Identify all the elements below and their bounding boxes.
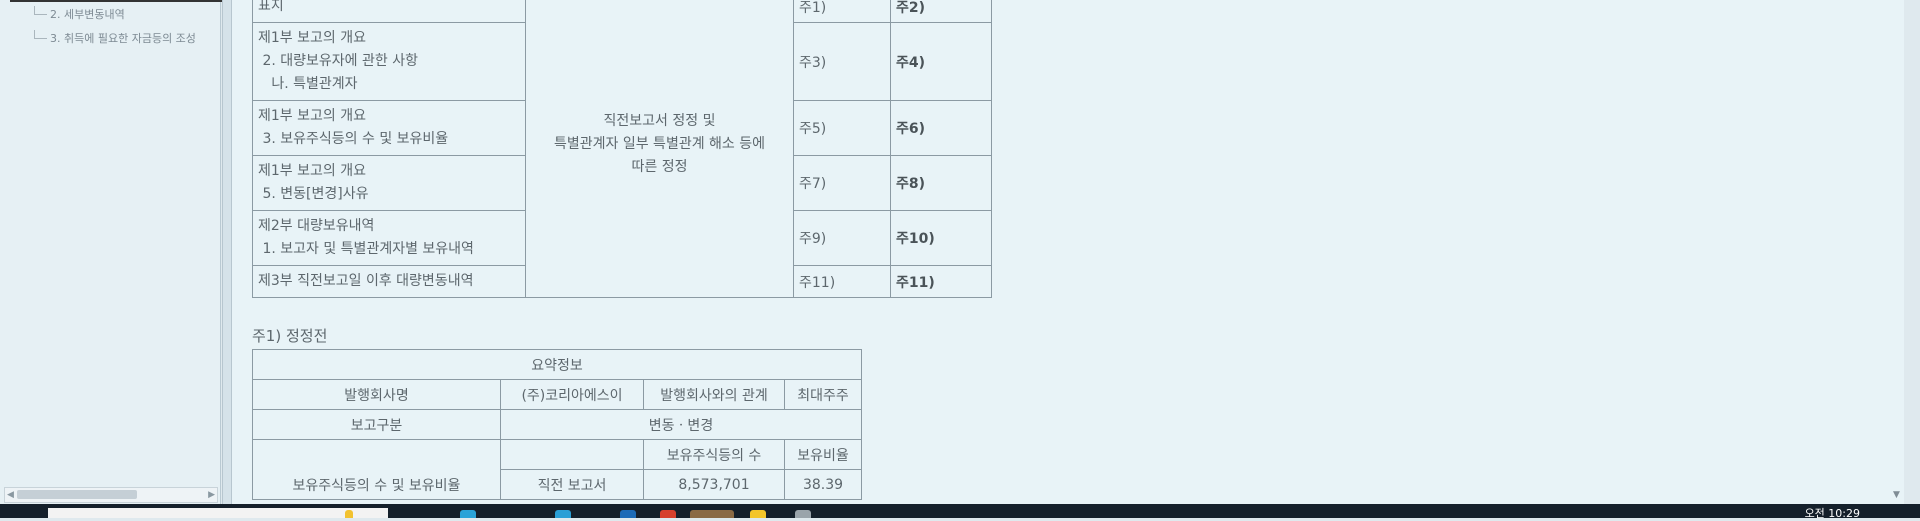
after-note-cell: 주10) — [890, 210, 992, 266]
table-row: 표지 직전보고서 정정 및 특별관계자 일부 특별관계 해소 등에 따른 정정 … — [252, 0, 992, 298]
taskbar-search-box[interactable] — [48, 508, 388, 518]
scroll-left-icon[interactable]: ◀ — [7, 488, 14, 502]
table-row: 요약정보 — [252, 349, 862, 380]
summary-info-table: 요약정보 발행회사명 (주)코리아에스이 발행회사와의 관계 최대주주 보고구분… — [252, 349, 862, 500]
tree-item-funding[interactable]: 3. 취득에 필요한 자금등의 조성 — [34, 30, 196, 46]
tree-branch-icon — [34, 6, 47, 15]
tree-item-label: 2. 세부변동내역 — [50, 8, 125, 21]
correction-item-cell: 제2부 대량보유내역 1. 보고자 및 특별관계자별 보유내역 — [252, 210, 526, 266]
prev-ratio-cell: 38.39 — [784, 469, 862, 500]
holdings-label-cell: 보유주식등의 수 및 보유비율 — [252, 439, 501, 500]
tree-item-detail-changes[interactable]: 2. 세부변동내역 — [34, 6, 125, 22]
correction-item-cell: 제3부 직전보고일 이후 대량변동내역 — [252, 265, 526, 298]
correction-item-cell: 제1부 보고의 개요 5. 변동[변경]사유 — [252, 155, 526, 211]
tree-branch-icon — [34, 30, 47, 39]
scrollbar-thumb[interactable] — [17, 490, 137, 499]
after-note-cell: 주2) — [890, 0, 992, 23]
summary-header-cell: 요약정보 — [252, 349, 862, 380]
before-note-cell: 주1) — [793, 0, 891, 23]
app-icon[interactable] — [620, 510, 636, 518]
after-note-cell: 주6) — [890, 100, 992, 156]
correction-item-cell: 표지 — [252, 0, 526, 23]
before-note-cell: 주5) — [793, 100, 891, 156]
issuer-label-cell: 발행회사명 — [252, 379, 501, 410]
content-vertical-scrollbar[interactable]: ▼ — [1890, 0, 1904, 504]
folder-icon[interactable] — [750, 510, 766, 518]
relation-value-cell: 최대주주 — [784, 379, 862, 410]
tree-item-label: 3. 취득에 필요한 자금등의 조성 — [50, 32, 196, 45]
scroll-right-icon[interactable]: ▶ — [208, 488, 215, 502]
active-app-icon[interactable] — [690, 510, 734, 518]
cortana-icon[interactable] — [345, 510, 353, 518]
correction-table: 표지 직전보고서 정정 및 특별관계자 일부 특별관계 해소 등에 따른 정정 … — [252, 0, 992, 298]
report-type-value-cell: 변동ㆍ변경 — [500, 409, 862, 440]
os-taskbar: 오전 10:29 — [0, 504, 1920, 521]
sidebar-horizontal-scrollbar[interactable]: ◀ ▶ — [4, 487, 218, 503]
table-row: 보고구분 변동ㆍ변경 — [252, 409, 862, 440]
after-note-cell: 주4) — [890, 22, 992, 101]
correction-item-cell: 제1부 보고의 개요 3. 보유주식등의 수 및 보유비율 — [252, 100, 526, 156]
browser-icon[interactable] — [460, 510, 476, 518]
issuer-value-cell: (주)코리아에스이 — [500, 379, 644, 410]
app-icon[interactable] — [795, 510, 811, 518]
before-note-cell: 주11) — [793, 265, 891, 298]
before-note-cell: 주7) — [793, 155, 891, 211]
prev-shares-cell: 8,573,701 — [643, 469, 785, 500]
empty-cell — [500, 439, 644, 470]
ratio-header-cell: 보유비율 — [784, 439, 862, 470]
relation-label-cell: 발행회사와의 관계 — [643, 379, 785, 410]
table-row: 발행회사명 (주)코리아에스이 발행회사와의 관계 최대주주 — [252, 379, 862, 410]
before-note-cell: 주9) — [793, 210, 891, 266]
correction-item-cell: 제1부 보고의 개요 2. 대량보유자에 관한 사항 나. 특별관계자 — [252, 22, 526, 101]
app-icon[interactable] — [660, 510, 676, 518]
taskbar-clock[interactable]: 오전 10:29 — [1805, 505, 1860, 521]
table-row: 보유주식등의 수 및 보유비율 보유주식등의 수 보유비율 — [252, 439, 862, 500]
report-type-label-cell: 보고구분 — [252, 409, 501, 440]
before-note-cell: 주3) — [793, 22, 891, 101]
after-note-cell: 주8) — [890, 155, 992, 211]
prev-report-label-cell: 직전 보고서 — [500, 469, 644, 500]
document-viewer: 표지 직전보고서 정정 및 특별관계자 일부 특별관계 해소 등에 따른 정정 … — [232, 0, 1904, 504]
scroll-down-icon[interactable]: ▼ — [1893, 490, 1900, 500]
mail-icon[interactable] — [555, 510, 571, 518]
after-note-cell: 주11) — [890, 265, 992, 298]
note1-heading: 주1) 정정전 — [252, 327, 328, 345]
document-tree-panel: 2. 세부변동내역 3. 취득에 필요한 자금등의 조성 ◀ ▶ — [0, 0, 460, 504]
panel-splitter[interactable] — [222, 0, 232, 504]
correction-reason-cell: 직전보고서 정정 및 특별관계자 일부 특별관계 해소 등에 따른 정정 — [525, 0, 794, 298]
shares-header-cell: 보유주식등의 수 — [643, 439, 785, 470]
